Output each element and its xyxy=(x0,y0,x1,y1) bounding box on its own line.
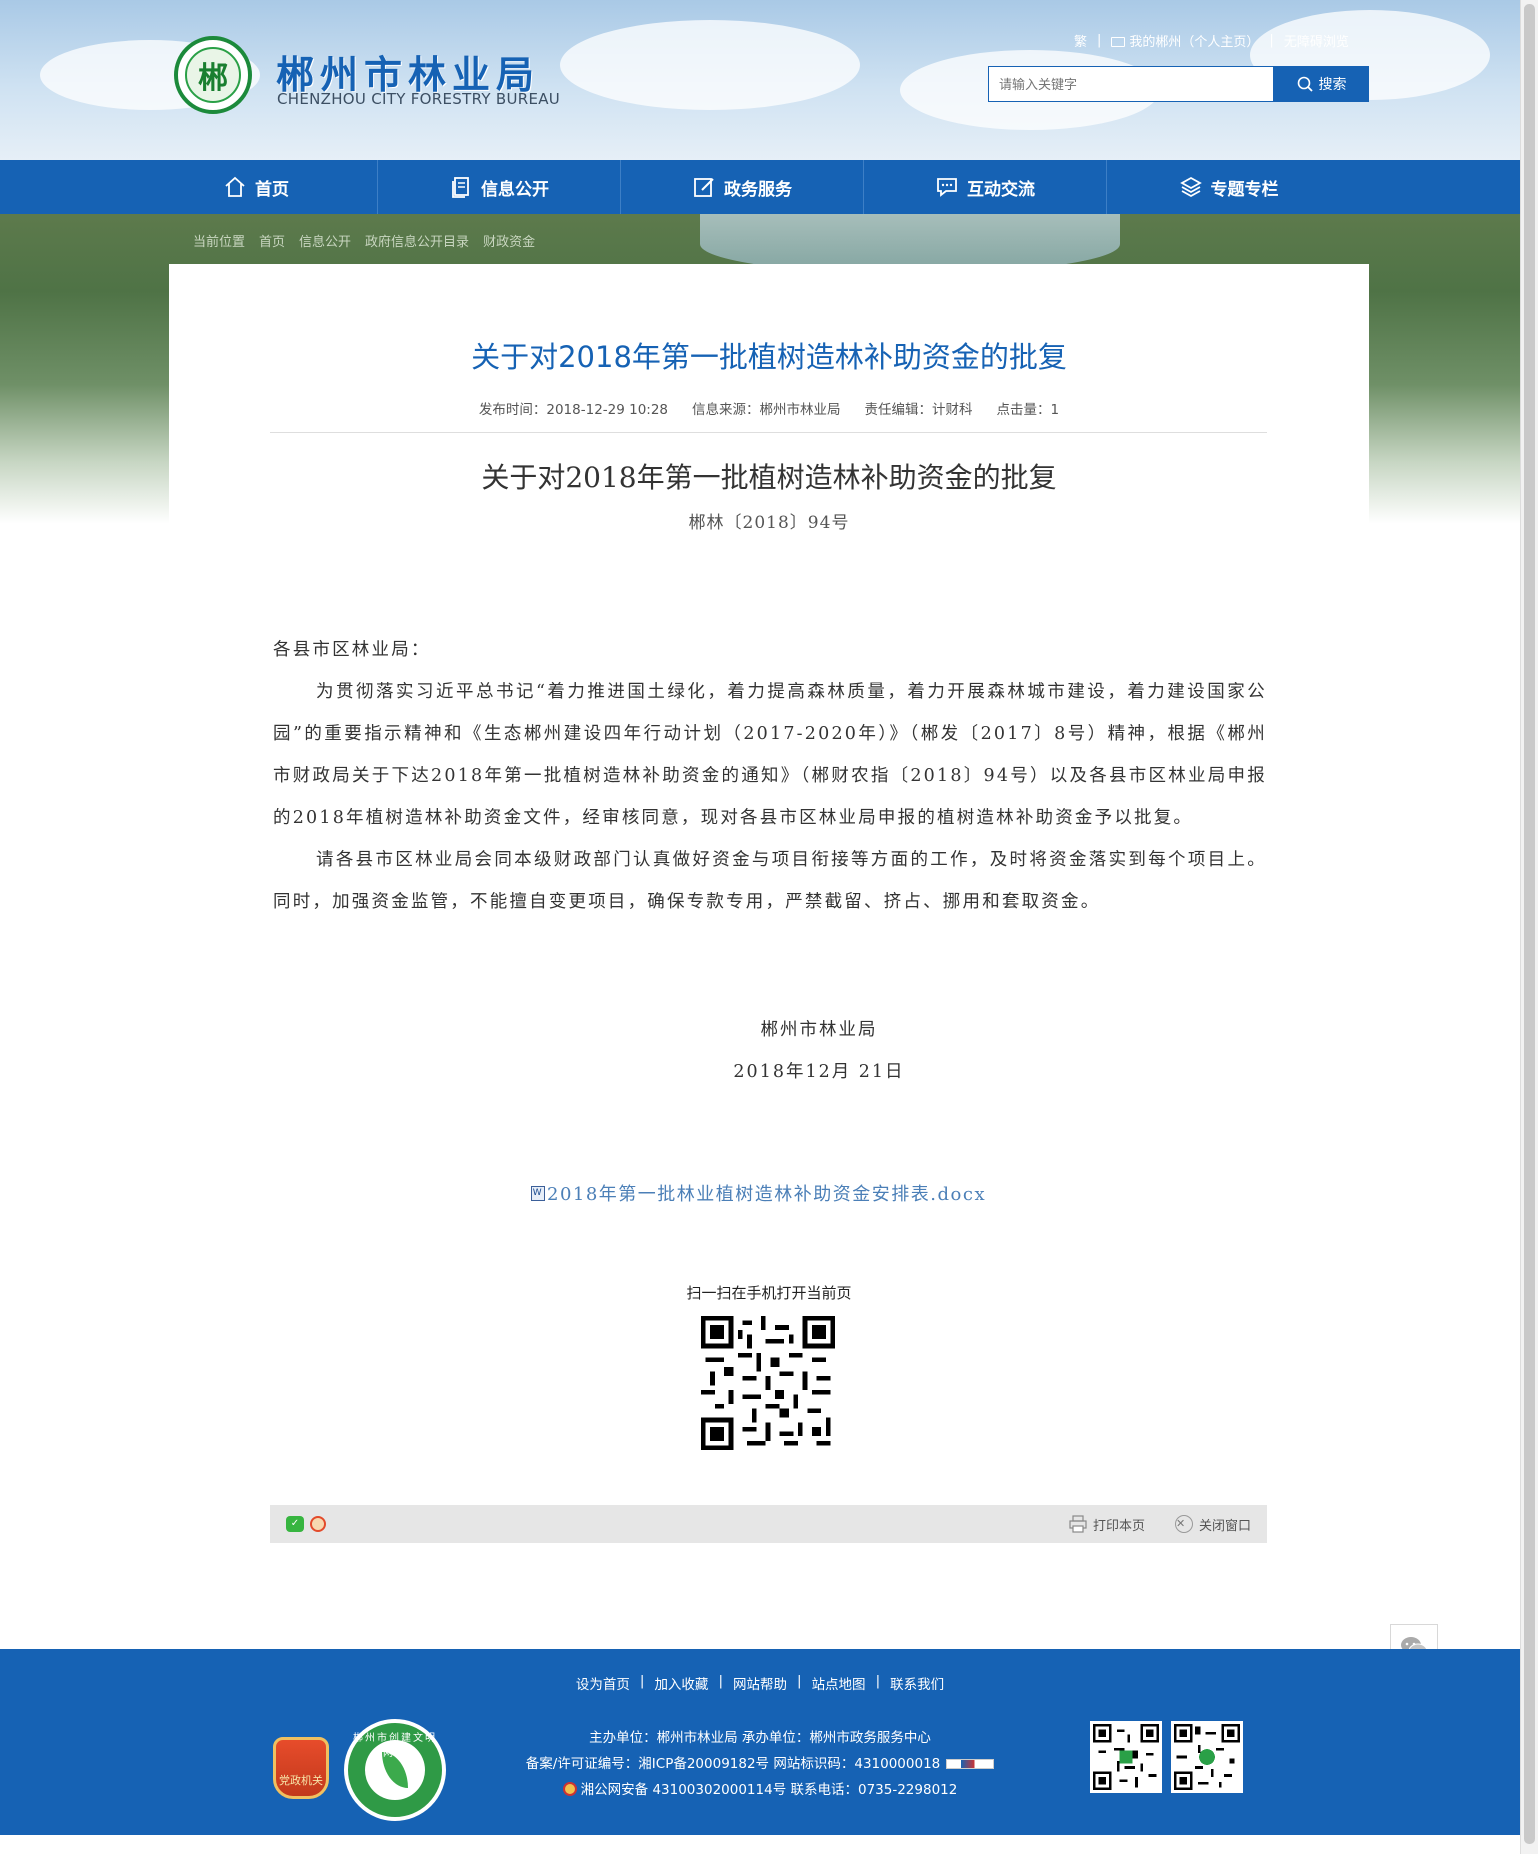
divider xyxy=(270,432,1267,433)
footer-link-set-home[interactable]: 设为首页 xyxy=(576,1673,630,1693)
print-label: 打印本页 xyxy=(1092,1518,1145,1534)
police-badge-icon xyxy=(562,1782,577,1796)
footer-icp: 备案/许可证编号：湘ICP备20009182号 网站标识码：4310000018 xyxy=(0,1752,1520,1772)
article-card: 关于对2018年第一批植树造林补助资金的批复 发布时间：2018-12-29 1… xyxy=(169,264,1369,1543)
divider: | xyxy=(875,1673,881,1689)
footer-qr-code-wechat xyxy=(1090,1721,1162,1793)
footer-link-sitemap[interactable]: 站点地图 xyxy=(812,1673,866,1693)
bureau-logo[interactable]: 郴 xyxy=(174,36,252,114)
search-button[interactable]: 搜索 xyxy=(1274,66,1369,102)
signature: 郴州市林业局 2018年12月 21日 xyxy=(169,1009,1469,1093)
weibo-share-icon[interactable] xyxy=(310,1516,326,1532)
qr-label: 扫一扫在手机打开当前页 xyxy=(169,1282,1369,1303)
attachment-link[interactable]: W 2018年第一批林业植树造林补助资金安排表.docx xyxy=(531,1180,986,1206)
page-qr-code xyxy=(701,1316,835,1450)
nav-item-topics[interactable]: 专题专栏 xyxy=(1107,160,1350,214)
attachment-filename: 2018年第一批林业植树造林补助资金安排表.docx xyxy=(547,1184,987,1205)
divider: | xyxy=(1269,33,1274,48)
footer-link-contact[interactable]: 联系我们 xyxy=(890,1673,944,1693)
nav-item-label: 首页 xyxy=(255,179,289,200)
signature-date: 2018年12月 21日 xyxy=(733,1062,905,1082)
chat-icon xyxy=(937,178,957,197)
traditional-chinese-link[interactable]: 繁 xyxy=(1074,31,1087,50)
nav-item-label: 互动交流 xyxy=(967,179,1035,200)
site-subtitle: CHENZHOU CITY FORESTRY BUREAU xyxy=(277,90,561,108)
logo-emblem: 郴 xyxy=(185,47,241,103)
footer-link-help[interactable]: 网站帮助 xyxy=(733,1673,787,1693)
footer-link-favorite[interactable]: 加入收藏 xyxy=(654,1673,708,1693)
page-scrollbar[interactable] xyxy=(1520,0,1538,1854)
document-number: 郴林〔2018〕94号 xyxy=(688,513,850,533)
article-meta: 发布时间：2018-12-29 10:28 信息来源：郴州市林业局 责任编辑：计… xyxy=(169,398,1369,418)
body-paragraph: 为贯彻落实习近平总书记“着力推进国土绿化，着力提高森林质量，着力开展森林城市建设… xyxy=(273,682,1267,828)
layers-icon xyxy=(1179,176,1202,198)
divider: | xyxy=(1097,33,1102,48)
breadcrumb: 当前位置 首页 信息公开 政府信息公开目录 财政资金 xyxy=(193,231,535,250)
view-count: 点击量：1 xyxy=(996,402,1060,418)
article-toolbar: ✓ 打印本页 ✕ 关闭窗口 xyxy=(270,1505,1267,1543)
divider: | xyxy=(639,1673,645,1689)
breadcrumb-label: 当前位置 xyxy=(193,235,246,250)
gov-site-flag-icon[interactable] xyxy=(946,1759,995,1769)
home-icon xyxy=(225,176,245,197)
my-chenzhou-label: 我的郴州（个人主页） xyxy=(1129,35,1260,50)
search-input[interactable] xyxy=(988,66,1274,102)
printer-icon xyxy=(1069,1515,1087,1533)
search-button-label: 搜索 xyxy=(1318,76,1347,92)
signature-org: 郴州市林业局 xyxy=(760,1020,878,1040)
site-footer: 设为首页 | 加入收藏 | 网站帮助 | 站点地图 | 联系我们 党政机关 郴州市创建文… xyxy=(0,1649,1520,1835)
document-icon xyxy=(452,177,469,198)
my-chenzhou-link[interactable]: 我的郴州（个人主页） xyxy=(1111,31,1259,50)
accessibility-link[interactable]: 无障碍浏览 xyxy=(1284,31,1349,50)
nav-item-label: 信息公开 xyxy=(481,179,549,200)
publish-time: 发布时间：2018-12-29 10:28 xyxy=(478,402,669,418)
tool-buttons: 打印本页 ✕ 关闭窗口 xyxy=(1069,1515,1251,1534)
editor: 责任编辑：计财科 xyxy=(864,402,973,418)
cloud xyxy=(560,20,860,110)
article-title: 关于对2018年第一批植树造林补助资金的批复 xyxy=(471,340,1067,374)
top-links: 繁 | 我的郴州（个人主页） | 无障碍浏览 xyxy=(1074,31,1349,50)
breadcrumb-home[interactable]: 首页 xyxy=(259,231,285,250)
share-buttons: ✓ xyxy=(286,1516,326,1532)
footer-icp-text: 备案/许可证编号：湘ICP备20009182号 网站标识码：4310000018 xyxy=(525,1756,941,1772)
scrollbar-thumb[interactable] xyxy=(1524,4,1535,1844)
main-nav: 首页 信息公开 政务服务 互动交流 专题专栏 xyxy=(0,160,1520,214)
nav-item-info[interactable]: 信息公开 xyxy=(378,160,621,214)
monitor-icon xyxy=(1111,37,1126,47)
breadcrumb-info[interactable]: 信息公开 xyxy=(299,231,351,250)
document-title: 关于对2018年第一批植树造林补助资金的批复 xyxy=(481,461,1057,494)
nav-item-home[interactable]: 首页 xyxy=(135,160,378,214)
qr-label-text: 扫一扫在手机打开当前页 xyxy=(686,1284,852,1302)
footer-qr-code-app xyxy=(1171,1721,1243,1793)
breadcrumb-current[interactable]: 财政资金 xyxy=(483,231,535,250)
footer-sponsor: 主办单位：郴州市林业局 承办单位：郴州市政务服务中心 xyxy=(589,1730,931,1746)
word-file-icon: W xyxy=(531,1185,545,1201)
search-icon xyxy=(1297,76,1313,92)
footer-police: 湘公网安备 43100302000114号 联系电话：0735-2298012 xyxy=(0,1778,1520,1798)
wechat-share-icon[interactable]: ✓ xyxy=(286,1516,304,1532)
body-paragraph: 请各县市区林业局会同本级财政部门认真做好资金与项目衔接等方面的工作，及时将资金落… xyxy=(273,850,1267,912)
nav-item-label: 政务服务 xyxy=(724,179,792,200)
close-window-button[interactable]: ✕ 关闭窗口 xyxy=(1174,1515,1251,1534)
close-label: 关闭窗口 xyxy=(1198,1518,1251,1534)
nav-item-services[interactable]: 政务服务 xyxy=(621,160,864,214)
print-button[interactable]: 打印本页 xyxy=(1069,1515,1145,1534)
divider: | xyxy=(797,1673,802,1689)
edit-icon xyxy=(694,178,714,197)
info-source: 信息来源：郴州市林业局 xyxy=(692,402,841,418)
divider: | xyxy=(718,1673,723,1689)
close-icon: ✕ xyxy=(1174,1515,1193,1533)
article-body: 各县市区林业局： 为贯彻落实习近平总书记“着力推进国土绿化，着力提高森林质量，着… xyxy=(273,629,1267,923)
footer-police-text: 湘公网安备 43100302000114号 联系电话：0735-2298012 xyxy=(580,1782,958,1798)
salutation: 各县市区林业局： xyxy=(273,640,431,660)
breadcrumb-catalog[interactable]: 政府信息公开目录 xyxy=(365,231,469,250)
nav-item-interaction[interactable]: 互动交流 xyxy=(864,160,1107,214)
nav-item-label: 专题专栏 xyxy=(1210,179,1279,200)
footer-links: 设为首页 | 加入收藏 | 网站帮助 | 站点地图 | 联系我们 xyxy=(0,1673,1520,1693)
